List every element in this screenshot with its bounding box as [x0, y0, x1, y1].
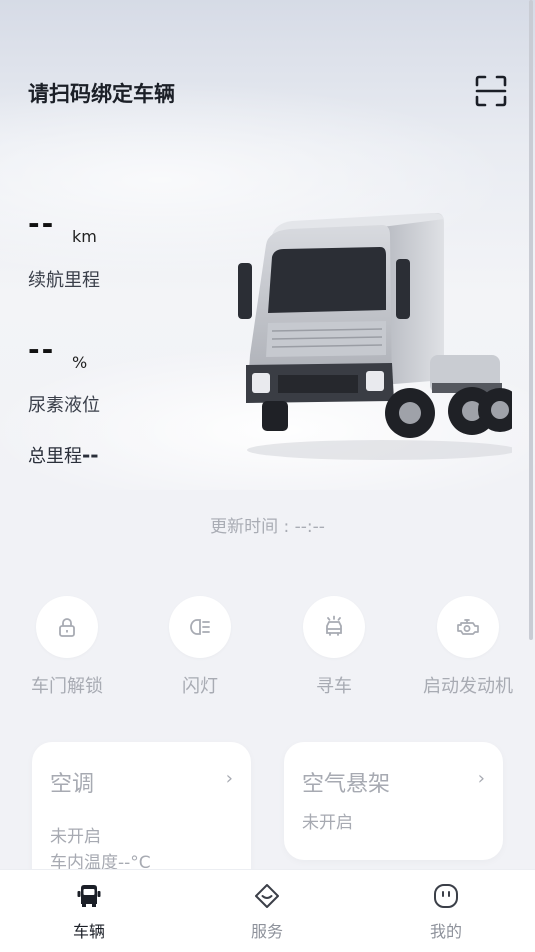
truck-icon [77, 885, 101, 907]
bottom-tab-bar: 车辆 服务 我的 [0, 869, 535, 952]
service-icon [255, 884, 279, 908]
odometer-label: 总里程 [28, 446, 82, 467]
quick-actions: 车门解锁 闪灯 寻车 启动发动机 [0, 596, 535, 698]
urea-value: -- [28, 333, 56, 366]
headlight-icon [190, 619, 210, 635]
action-label: 寻车 [316, 676, 352, 697]
action-find-car[interactable]: 寻车 [269, 596, 399, 698]
truck-image [238, 213, 512, 460]
update-time: 更新时间 : --:-- [210, 517, 325, 537]
lock-icon [59, 618, 75, 637]
engine-icon [457, 619, 479, 635]
ac-title: 空调 [50, 772, 95, 797]
action-label: 闪灯 [182, 676, 218, 697]
page-title: 请扫码绑定车辆 [28, 82, 175, 106]
chevron-right-icon: › [477, 768, 485, 789]
tab-label: 服务 [250, 922, 283, 941]
tab-label: 车辆 [72, 922, 105, 941]
action-unlock-door[interactable]: 车门解锁 [2, 596, 132, 698]
ac-status: 未开启 [50, 827, 101, 847]
scan-button[interactable] [474, 74, 508, 108]
range-unit: km [72, 227, 97, 246]
tab-label: 我的 [429, 922, 462, 941]
odometer-value: -- [82, 443, 99, 467]
air-suspension-card[interactable]: 空气悬架 › 未开启 [284, 742, 503, 860]
action-label: 车门解锁 [31, 676, 103, 697]
air-suspension-title: 空气悬架 [302, 772, 391, 797]
action-label: 启动发动机 [423, 676, 513, 697]
action-flash-lights[interactable]: 闪灯 [135, 596, 265, 698]
range-label: 续航里程 [28, 270, 100, 291]
action-start-engine[interactable]: 启动发动机 [403, 596, 533, 698]
range-value: -- [28, 207, 56, 240]
odometer: 总里程-- [28, 442, 99, 468]
urea-label: 尿素液位 [28, 395, 100, 416]
find-car-icon [326, 615, 342, 636]
scrollbar[interactable] [529, 0, 533, 640]
tab-service[interactable]: 服务 [207, 882, 327, 942]
tab-vehicle[interactable]: 车辆 [29, 882, 149, 942]
chevron-right-icon: › [225, 768, 233, 789]
urea-unit: % [72, 353, 88, 372]
scan-icon [475, 75, 507, 107]
tab-profile[interactable]: 我的 [386, 882, 506, 942]
profile-icon [434, 884, 458, 908]
air-suspension-status: 未开启 [302, 813, 353, 833]
